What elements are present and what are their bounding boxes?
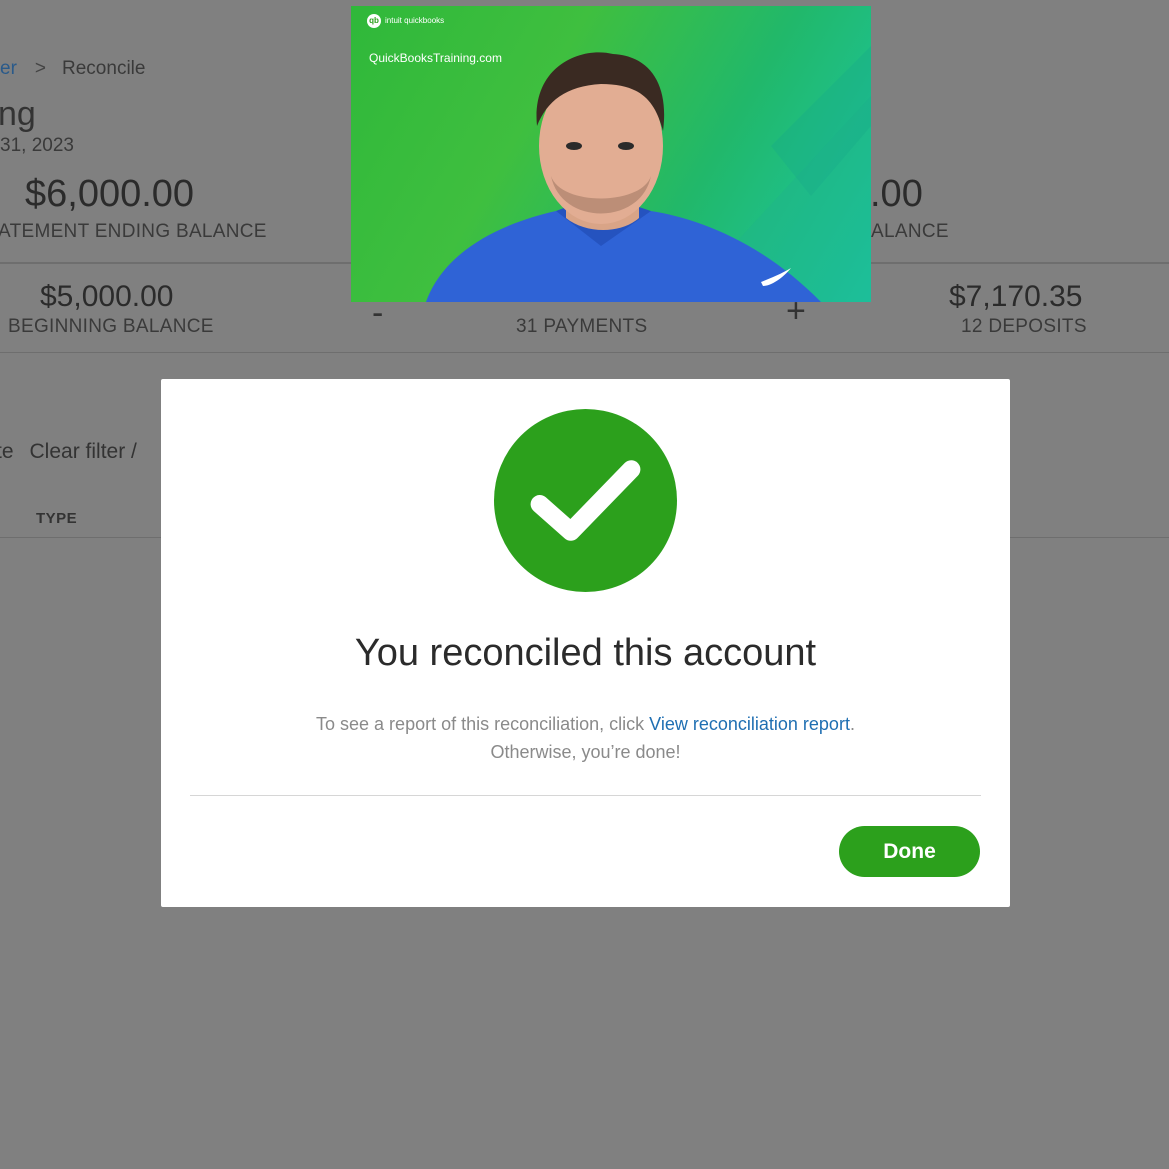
clear-filter-link[interactable]: Clear filter / xyxy=(30,440,137,463)
checkmark-circle-icon xyxy=(494,409,677,592)
brand-text: intuit quickbooks xyxy=(385,16,445,25)
difference-label: ALANCE xyxy=(871,221,949,242)
dialog-divider xyxy=(190,795,981,796)
beginning-balance-amount: $5,000.00 xyxy=(40,280,174,313)
breadcrumb-parent-link[interactable]: er xyxy=(0,58,17,79)
filter-left-text: te xyxy=(0,440,14,463)
breadcrumb-current: Reconcile xyxy=(62,58,146,79)
statement-date: 31, 2023 xyxy=(0,135,74,156)
done-button[interactable]: Done xyxy=(839,826,980,877)
statement-ending-balance-amount: $6,000.00 xyxy=(25,173,195,215)
beginning-balance-label: BEGINNING BALANCE xyxy=(8,316,214,337)
type-column-header[interactable]: TYPE xyxy=(36,510,77,527)
filter-bar: te Clear filter / xyxy=(0,440,137,464)
statement-ending-balance-label: ATEMENT ENDING BALANCE xyxy=(0,221,267,242)
view-reconciliation-report-link[interactable]: View reconciliation report xyxy=(649,714,850,734)
payments-label: 31 PAYMENTS xyxy=(516,316,648,337)
quickbooks-logo-icon: qb xyxy=(367,14,381,28)
deposits-label: 12 DEPOSITS xyxy=(961,316,1087,337)
account-name: ng xyxy=(0,95,36,133)
deposits-amount: $7,170.35 xyxy=(949,280,1083,313)
reconcile-success-dialog: You reconciled this account To see a rep… xyxy=(161,379,1010,907)
message-line2: Otherwise, you’re done! xyxy=(490,742,681,762)
breadcrumb: er > Reconcile xyxy=(0,58,145,80)
dialog-title: You reconciled this account xyxy=(354,632,817,674)
dialog-message: To see a report of this reconciliation, … xyxy=(161,710,1010,766)
message-suffix: . xyxy=(849,714,855,734)
breadcrumb-separator: > xyxy=(34,58,47,79)
quickbooks-brand: qb intuit quickbooks xyxy=(367,14,444,28)
message-prefix: To see a report of this reconciliation, … xyxy=(316,714,650,734)
summary-bottom-divider xyxy=(0,352,1169,353)
presenter-webcam: qb intuit quickbooks QuickBooksTraining.… xyxy=(351,6,871,302)
training-site-text: QuickBooksTraining.com xyxy=(369,51,502,65)
difference-amount: .00 xyxy=(870,173,923,215)
